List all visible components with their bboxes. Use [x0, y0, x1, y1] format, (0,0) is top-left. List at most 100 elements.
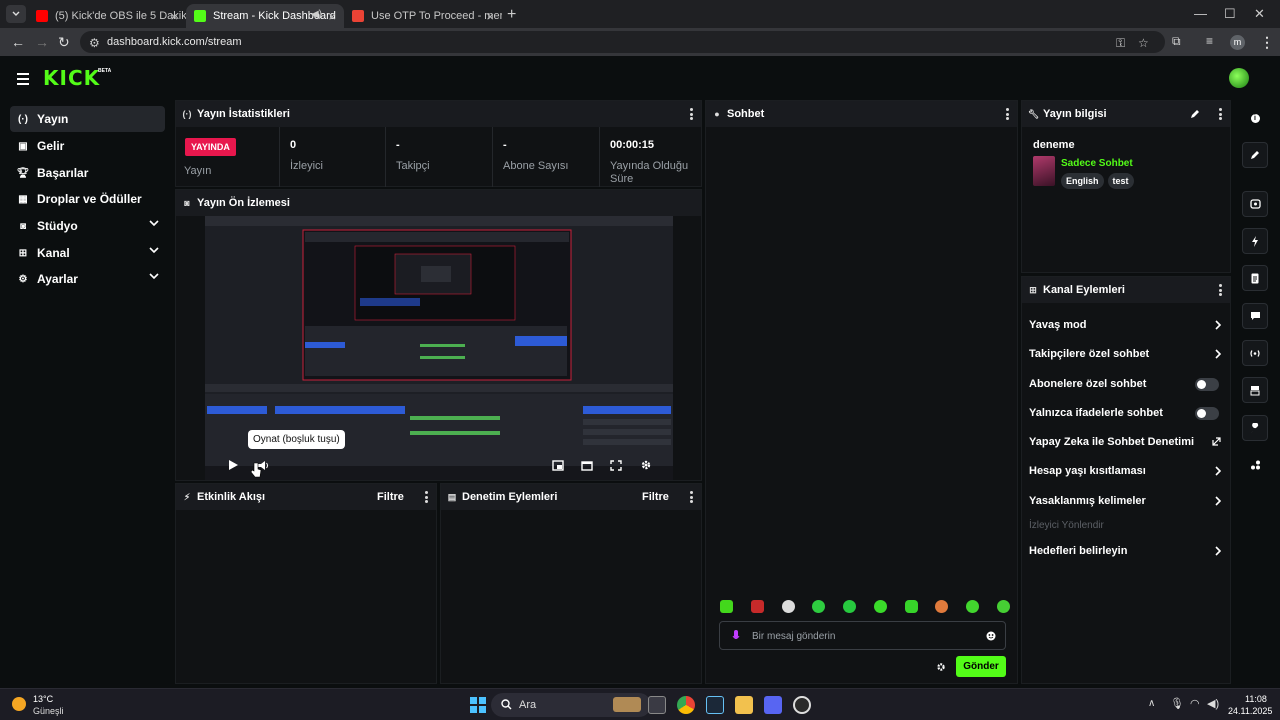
emote-icon[interactable] [843, 600, 857, 613]
edit-pencil-icon[interactable] [1242, 142, 1268, 168]
emote-icon[interactable] [812, 600, 826, 613]
emote-icon[interactable] [966, 600, 980, 613]
new-tab-button[interactable]: + [507, 6, 516, 24]
subscribers-only-toggle[interactable] [1195, 378, 1219, 391]
close-icon[interactable]: × [328, 9, 336, 24]
info-icon[interactable]: i [1242, 105, 1268, 131]
bookmark-star-icon[interactable]: ☆ [1138, 36, 1149, 50]
clock-date[interactable]: 24.11.2025 [1228, 706, 1272, 716]
browser-tab-gmail[interactable]: Use OTP To Proceed - mertpm4 × [344, 4, 502, 28]
url-field[interactable]: ⚙ dashboard.kick.com/stream ⚿ ☆ [80, 31, 1165, 53]
banned-words-item[interactable]: Yasaklanmış kelimeler [1029, 491, 1225, 511]
weather-sun-icon[interactable] [12, 697, 26, 711]
more-options-icon[interactable] [1219, 284, 1222, 298]
sidebar-item-yayin[interactable]: (·) Yayın [10, 106, 165, 132]
filter-button[interactable]: Filtre [377, 491, 404, 503]
followers-only-item[interactable]: Takipçilere özel sohbet [1029, 344, 1225, 364]
chat-input[interactable]: Bir mesaj gönderin [719, 621, 1006, 650]
play-icon[interactable] [227, 459, 239, 471]
browser-tab-youtube[interactable]: (5) Kick'de OBS ile 5 Dakikada Y × [28, 4, 186, 28]
emote-icon[interactable] [750, 600, 764, 613]
close-icon[interactable]: × [486, 9, 494, 24]
send-button[interactable]: Gönder [956, 656, 1006, 677]
document-icon[interactable] [1242, 265, 1268, 291]
speaker-icon[interactable]: ◀) [311, 9, 322, 20]
wifi-icon[interactable]: ◠ [1190, 697, 1200, 710]
sidebar-item-kanal[interactable]: ⊞ Kanal [10, 240, 165, 266]
kick-logo[interactable]: KICK [43, 66, 100, 90]
broadcast-icon[interactable] [1242, 340, 1268, 366]
browser-tab-kick[interactable]: Stream - Kick Dashboard ◀) × [186, 4, 344, 28]
obs-icon[interactable] [793, 696, 811, 714]
chevron-up-icon[interactable]: ∧ [1148, 698, 1155, 709]
chat-bubble-icon[interactable] [1242, 303, 1268, 329]
settings-gear-icon[interactable] [640, 459, 652, 471]
hamburger-menu-icon[interactable] [17, 73, 29, 88]
close-icon[interactable]: × [170, 9, 178, 24]
reload-icon[interactable]: ↻ [58, 34, 70, 51]
emote-icon[interactable] [720, 600, 733, 613]
picture-in-picture-icon[interactable] [552, 460, 564, 471]
extensions-icon[interactable]: ⧉ [1172, 34, 1181, 49]
site-info-icon[interactable]: ⚙ [89, 36, 100, 50]
maximize-button[interactable]: ☐ [1224, 6, 1236, 22]
taskbar-search[interactable]: Ara [491, 693, 651, 717]
clock-time[interactable]: 11:08 [1245, 694, 1267, 704]
theater-mode-icon[interactable] [581, 460, 593, 471]
tag[interactable]: English [1061, 173, 1104, 189]
wrench-icon[interactable] [1242, 415, 1268, 441]
more-options-icon[interactable] [425, 491, 428, 505]
studio-icon[interactable] [1242, 191, 1268, 217]
emoji-icon[interactable] [986, 631, 996, 641]
more-options-icon[interactable] [690, 491, 693, 505]
fullscreen-icon[interactable] [610, 460, 622, 471]
more-options-icon[interactable] [1006, 108, 1009, 122]
add-widget-icon[interactable] [1242, 452, 1268, 478]
discord-icon[interactable] [764, 696, 782, 714]
tab-search-button[interactable] [6, 5, 26, 23]
emote-icon[interactable] [781, 600, 795, 613]
ai-moderation-item[interactable]: Yapay Zeka ile Sohbet Denetimi [1029, 432, 1225, 452]
microphone-icon[interactable]: 🎙︎ [1170, 697, 1184, 710]
sidebar-item-gelir[interactable]: ▣ Gelir [10, 133, 165, 159]
close-window-button[interactable]: ✕ [1254, 6, 1265, 22]
forward-arrow-icon[interactable]: → [35, 34, 49, 50]
password-key-icon[interactable]: ⚿ [1116, 36, 1125, 51]
user-avatar[interactable] [1229, 68, 1249, 88]
more-options-icon[interactable] [690, 108, 693, 122]
profile-avatar[interactable]: m [1230, 35, 1245, 50]
steam-icon[interactable] [706, 696, 724, 714]
sidebar-item-ayarlar[interactable]: ⚙ Ayarlar [10, 266, 165, 292]
set-goals-item[interactable]: Hedefleri belirleyin [1029, 541, 1225, 561]
stream-video-player[interactable]: Oynat (boşluk tuşu) [205, 216, 673, 480]
filter-button[interactable]: Filtre [642, 491, 669, 503]
chat-settings-gear-icon[interactable] [936, 662, 946, 672]
emotes-only-toggle[interactable] [1195, 407, 1219, 420]
sidebar-item-droplar[interactable]: ▦ Droplar ve Ödüller [10, 186, 165, 212]
tag[interactable]: test [1107, 173, 1134, 189]
reading-list-icon[interactable]: ≡ [1206, 34, 1213, 48]
windows-start-icon[interactable] [470, 697, 486, 713]
channel-icon[interactable] [1242, 377, 1268, 403]
edit-pencil-icon[interactable] [1190, 109, 1200, 119]
file-explorer-icon[interactable] [735, 696, 753, 714]
sidebar-item-studyo[interactable]: ◙ Stüdyo [10, 213, 165, 239]
sidebar-item-basarilar[interactable]: 🏆︎ Başarılar [10, 160, 165, 186]
category-link[interactable]: Sadece Sohbet [1061, 158, 1133, 169]
speaker-icon[interactable]: ◀) [1207, 697, 1219, 710]
emote-icon[interactable] [904, 600, 918, 613]
emote-icon[interactable] [935, 600, 949, 613]
account-age-item[interactable]: Hesap yaşı kısıtlaması [1029, 461, 1225, 481]
chrome-icon[interactable] [677, 696, 695, 714]
browser-menu-icon[interactable]: ⋮ [1260, 34, 1274, 51]
microphone-icon[interactable] [732, 630, 740, 642]
task-view-icon[interactable] [648, 696, 666, 714]
more-options-icon[interactable] [1219, 108, 1222, 122]
lightning-icon[interactable] [1242, 228, 1268, 254]
emote-icon[interactable] [996, 600, 1010, 613]
emote-icon[interactable] [873, 600, 887, 613]
slow-mode-item[interactable]: Yavaş mod [1029, 315, 1225, 335]
category-thumbnail[interactable] [1033, 156, 1055, 186]
minimize-button[interactable]: — [1194, 6, 1207, 21]
back-arrow-icon[interactable]: ← [11, 34, 25, 50]
